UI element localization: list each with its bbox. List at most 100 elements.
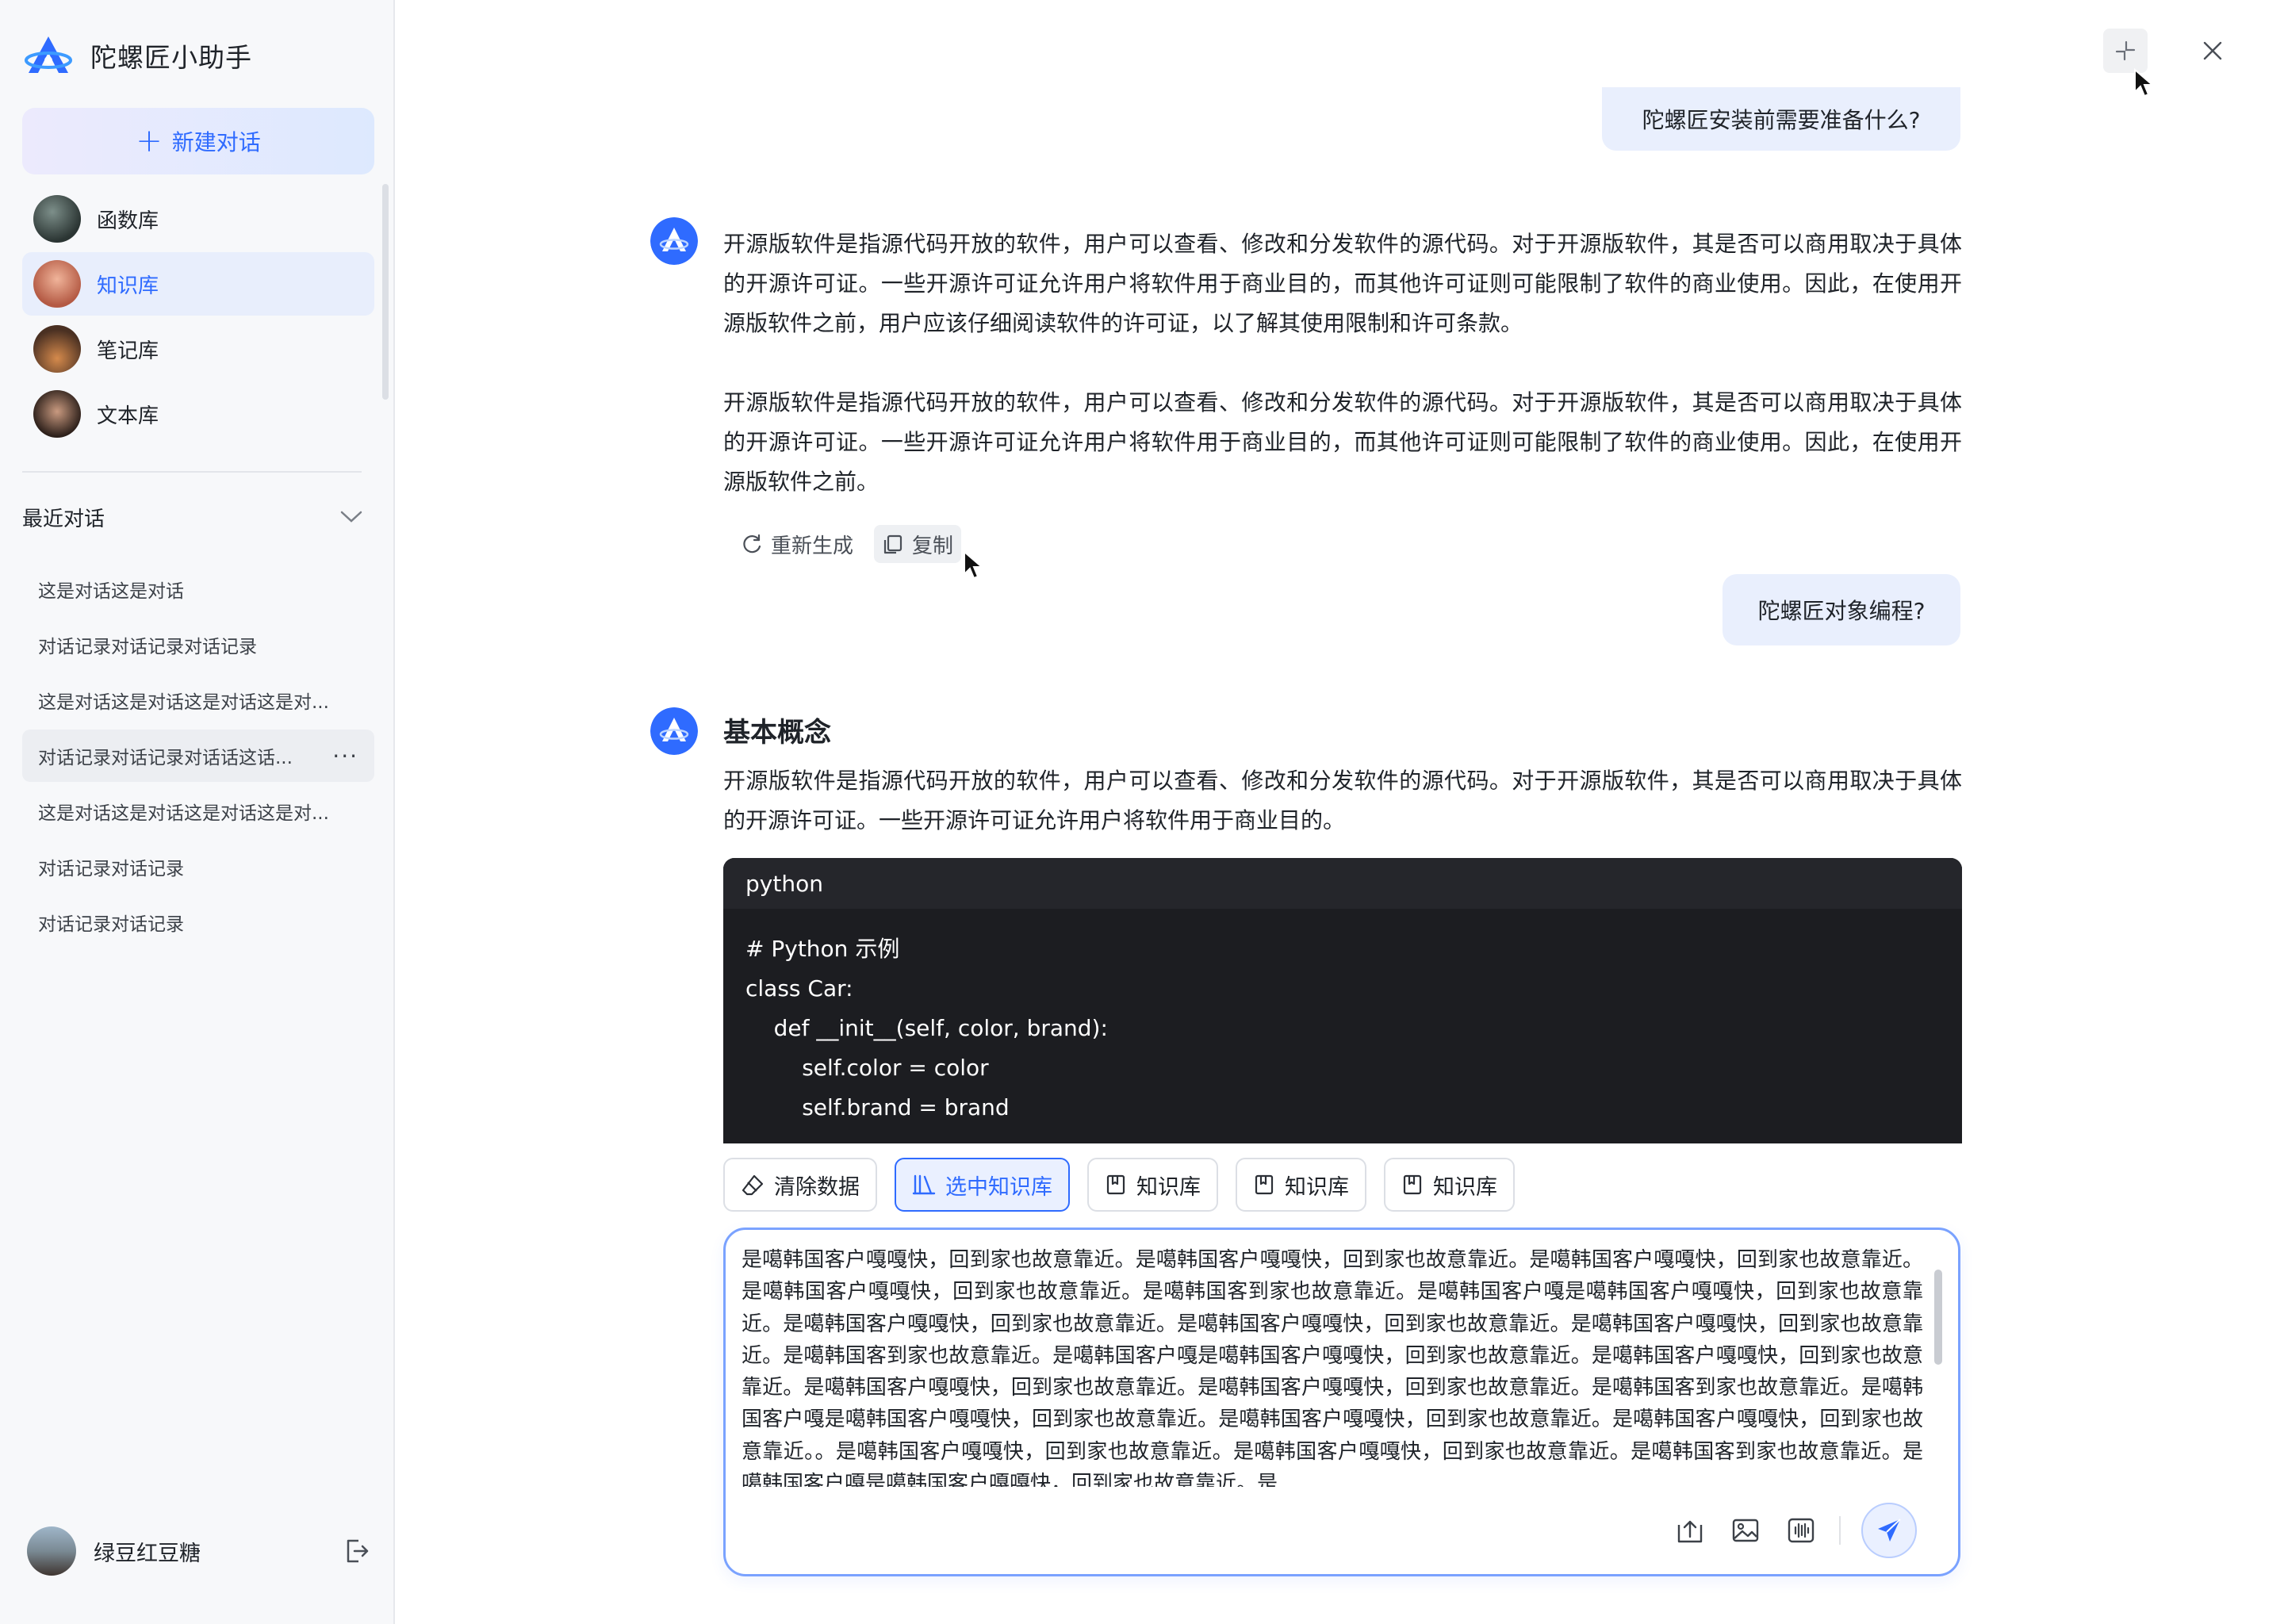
app-item-label: 笔记库 (97, 339, 159, 363)
answer-heading: 基本概念 (723, 717, 831, 749)
code-block: python # Python 示例 class Car: def __init… (723, 858, 1962, 1143)
brand: 陀螺匠小助手 (24, 32, 252, 79)
image-icon (1732, 1519, 1759, 1542)
message-composer: 是噶韩国客户嘎嘎快，回到家也故意靠近。是噶韩国客户嘎嘎快，回到家也故意靠近。是噶… (723, 1228, 1960, 1576)
voice-input-button[interactable] (1784, 1513, 1818, 1548)
close-icon (2203, 41, 2222, 60)
recent-item-label: 这是对话这是对话这是对话这是对... (38, 803, 329, 824)
recent-item-label: 对话记录对话记录对话记录 (38, 637, 257, 657)
avatar (27, 1526, 76, 1576)
list-item[interactable]: 对话记录对话记录 (22, 896, 374, 948)
select-knowledge-label: 选中知识库 (945, 1174, 1052, 1200)
upload-file-button[interactable] (1673, 1513, 1707, 1548)
app-item-label: 函数库 (97, 209, 159, 233)
minimize-button[interactable] (2103, 29, 2148, 73)
new-chat-button[interactable]: + 新建对话 (22, 108, 374, 174)
assistant-avatar-icon (650, 217, 698, 265)
avatar (33, 390, 81, 438)
assistant-message: 开源版软件是指源代码开放的软件，用户可以查看、修改和分发软件的源代码。对于开源版… (723, 224, 1962, 502)
more-icon[interactable]: ··· (332, 743, 358, 769)
select-knowledge-button[interactable]: 选中知识库 (895, 1158, 1070, 1212)
composer-scrollbar[interactable] (1934, 1270, 1942, 1365)
send-button[interactable] (1861, 1503, 1917, 1558)
new-chat-label: 新建对话 (171, 129, 261, 155)
knowledge-chip-label: 知识库 (1136, 1174, 1201, 1200)
app-item-label: 知识库 (97, 274, 159, 298)
assistant-paragraph: 开源版软件是指源代码开放的软件，用户可以查看、修改和分发软件的源代码。对于开源版… (723, 389, 1962, 495)
knowledge-chip[interactable]: 知识库 (1384, 1158, 1515, 1212)
code-language: python (723, 858, 1962, 909)
refresh-icon (743, 534, 761, 553)
copy-icon (883, 534, 902, 554)
recent-item-label: 这是对话这是对话这是对话这是对... (38, 692, 329, 713)
avatar (33, 325, 81, 373)
list-item[interactable]: 这是对话这是对话 (22, 563, 374, 615)
recent-title: 最近对话 (22, 507, 105, 531)
app-item-functions[interactable]: 函数库 (22, 187, 374, 251)
plus-icon: + (136, 123, 163, 159)
regenerate-label: 重新生成 (771, 534, 854, 558)
composer-toolbar: 清除数据 选中知识库 知识库 知识库 知识库 (723, 1158, 1515, 1212)
user-name: 绿豆红豆糖 (94, 1541, 201, 1566)
assistant-message: 开源版软件是指源代码开放的软件，用户可以查看、修改和分发软件的源代码。对于开源版… (723, 761, 1962, 841)
app-item-knowledge[interactable]: 知识库 (22, 252, 374, 316)
books-icon (912, 1174, 936, 1195)
eraser-icon (742, 1174, 764, 1196)
bookmark-icon (1255, 1174, 1274, 1195)
user-message-text: 陀螺匠对象编程? (1757, 598, 1926, 624)
avatar (33, 260, 81, 308)
knowledge-chip[interactable]: 知识库 (1087, 1158, 1218, 1212)
user-bar: 绿豆红豆糖 (27, 1526, 371, 1576)
upload-icon (1677, 1520, 1703, 1543)
divider (22, 471, 362, 473)
upload-image-button[interactable] (1728, 1513, 1763, 1548)
user-message: 陀螺匠对象编程? (1723, 574, 1960, 645)
knowledge-chip-label: 知识库 (1433, 1174, 1497, 1200)
recent-list: 这是对话这是对话 对话记录对话记录对话记录 这是对话这是对话这是对话这是对...… (22, 563, 374, 952)
divider (1839, 1516, 1841, 1545)
copy-button[interactable]: 复制 (874, 525, 962, 563)
message-actions: 重新生成 复制 (733, 525, 962, 563)
clear-data-label: 清除数据 (774, 1174, 860, 1200)
chat-main: 陀螺匠安装前需要准备什么? 开源版软件是指源代码开放的软件，用户可以查看、修改和… (397, 0, 2284, 1624)
recent-item-label: 这是对话这是对话 (38, 581, 184, 602)
recent-header[interactable]: 最近对话 (22, 500, 363, 534)
list-item[interactable]: 这是对话这是对话这是对话这是对... (22, 674, 374, 726)
clear-data-button[interactable]: 清除数据 (723, 1158, 877, 1212)
chevron-down-icon[interactable] (339, 509, 363, 525)
recent-item-label: 对话记录对话记录 (38, 914, 184, 935)
mouse-cursor-icon (964, 550, 983, 580)
sidebar: 陀螺匠小助手 + 新建对话 函数库 知识库 笔记库 文本库 最近对话 这是对话这 (0, 0, 395, 1624)
app-item-notes[interactable]: 笔记库 (22, 317, 374, 381)
recent-item-label: 对话记录对话记录 (38, 859, 184, 879)
knowledge-chip-label: 知识库 (1285, 1174, 1349, 1200)
collapse-icon (2115, 40, 2136, 61)
regenerate-button[interactable]: 重新生成 (733, 525, 861, 563)
list-item[interactable]: 对话记录对话记录对话话这话... ··· (22, 730, 374, 782)
bookmark-icon (1403, 1174, 1422, 1195)
sidebar-scrollbar[interactable] (382, 184, 389, 400)
assistant-avatar-icon (650, 707, 698, 755)
logout-icon[interactable] (343, 1537, 371, 1565)
send-icon (1878, 1519, 1901, 1542)
user-profile[interactable]: 绿豆红豆糖 (27, 1526, 201, 1576)
bookmark-icon (1106, 1174, 1125, 1195)
message-input[interactable]: 是噶韩国客户嘎嘎快，回到家也故意靠近。是噶韩国客户嘎嘎快，回到家也故意靠近。是噶… (742, 1244, 1923, 1487)
user-message: 陀螺匠安装前需要准备什么? (1602, 87, 1960, 151)
close-button[interactable] (2190, 29, 2235, 73)
assistant-paragraph: 开源版软件是指源代码开放的软件，用户可以查看、修改和分发软件的源代码。对于开源版… (723, 231, 1962, 336)
knowledge-chip[interactable]: 知识库 (1236, 1158, 1366, 1212)
recent-item-label: 对话记录对话记录对话话这话... (38, 748, 293, 768)
user-message-text: 陀螺匠安装前需要准备什么? (1642, 107, 1921, 133)
composer-tools (1673, 1503, 1917, 1558)
list-item[interactable]: 对话记录对话记录对话记录 (22, 619, 374, 671)
copy-label: 复制 (912, 534, 954, 558)
app-item-label: 文本库 (97, 404, 159, 428)
list-item[interactable]: 这是对话这是对话这是对话这是对... (22, 785, 374, 837)
mouse-cursor-icon (2134, 68, 2154, 98)
app-item-text[interactable]: 文本库 (22, 382, 374, 446)
list-item[interactable]: 对话记录对话记录 (22, 841, 374, 893)
code-content[interactable]: # Python 示例 class Car: def __init__(self… (723, 909, 1962, 1143)
avatar (33, 195, 81, 243)
assistant-paragraph: 开源版软件是指源代码开放的软件，用户可以查看、修改和分发软件的源代码。对于开源版… (723, 768, 1962, 833)
